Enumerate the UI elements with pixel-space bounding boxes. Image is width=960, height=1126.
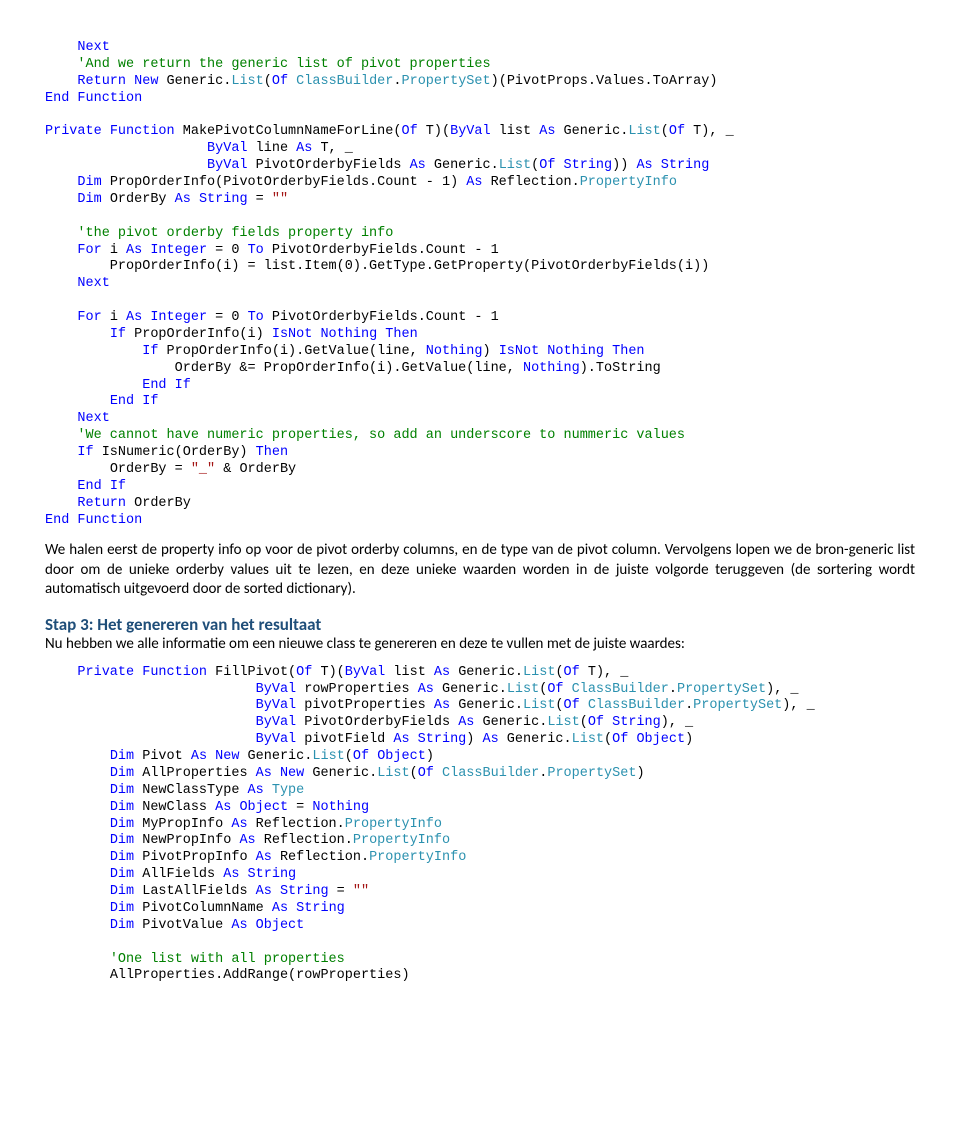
paragraph-2: Nu hebben we alle informatie om een nieu… xyxy=(45,635,915,655)
code-block-1: Next 'And we return the generic list of … xyxy=(45,40,915,529)
step-3-heading: Stap 3: Het genereren van het resultaat xyxy=(45,614,915,635)
code-block-2: Private Function FillPivot(Of T)(ByVal l… xyxy=(45,665,915,986)
paragraph-1: We halen eerst de property info op voor … xyxy=(45,541,915,600)
